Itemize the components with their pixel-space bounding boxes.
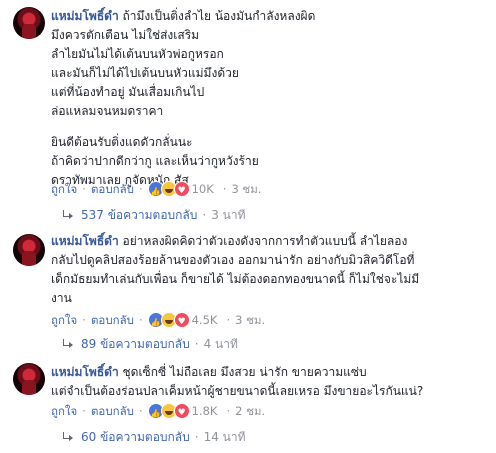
comment-line-6: ล่อแหลมจนหมดราคา [51, 104, 164, 118]
reply-arrow-icon [62, 210, 74, 220]
reactions[interactable]: 1.8K [147, 402, 218, 423]
timestamp[interactable]: 2 ชม. [235, 402, 265, 420]
comment-line-1: แหม่มโพธิ์ดำ ชุดเซ็กซี่ ไม่ถือเลย มึงสวย… [51, 365, 367, 379]
comment-line-1: แหม่มโพธิ์ดำ อย่าหลงผิดคิดว่าตัวเองดังจา… [51, 234, 408, 248]
author-name[interactable]: แหม่มโพธิ์ดำ [51, 234, 119, 248]
reactions[interactable]: 10K [147, 180, 214, 201]
like-link[interactable]: ถูกใจ [51, 311, 77, 329]
view-replies[interactable]: 537 ข้อความตอบกลับ · 3 นาที [62, 206, 246, 224]
reply-count[interactable]: 60 ข้อความตอบกลับ [81, 428, 190, 446]
reply-time: 4 นาที [203, 337, 238, 351]
reply-arrow-icon [62, 432, 74, 442]
avatar[interactable] [13, 234, 45, 266]
reply-count[interactable]: 89 ข้อความตอบกลับ [81, 335, 190, 353]
comment-line-1: แหม่มโพธิ์ดำ ถ้ามึงเป็นติ่งลำไย น้องมันก… [51, 9, 316, 23]
comment-line-4: งาน [51, 291, 72, 305]
view-replies[interactable]: 60 ข้อความตอบกลับ · 14 นาที [62, 428, 246, 446]
comment-actions: ถูกใจ · ตอบกลับ · 10K · 3 ชม. [51, 180, 261, 201]
like-link[interactable]: ถูกใจ [51, 180, 77, 198]
comment-line-4: และมันก็ไม่ได้ไปเต้นบนหัวแม่มึงด้วย [51, 66, 239, 80]
love-icon [173, 181, 190, 200]
reaction-count: 4.5K [191, 313, 218, 327]
love-icon [173, 312, 190, 331]
reply-count[interactable]: 537 ข้อความตอบกลับ [81, 206, 197, 224]
love-icon [173, 403, 190, 422]
comment-line-3: เด็กมัธยมทำเล่นกับเพื่อน ก็ขายได้ ไม่ต้อ… [51, 272, 420, 286]
reaction-count: 10K [191, 182, 214, 196]
comment-line-2: กลับไปดูคลิปสองร้อยล้านของตัวเอง ออกมาน่… [51, 253, 415, 267]
comment-body: แหม่มโพธิ์ดำ ชุดเซ็กซี่ ไม่ถือเลย มึงสวย… [51, 363, 488, 401]
avatar[interactable] [13, 363, 45, 395]
like-link[interactable]: ถูกใจ [51, 402, 77, 420]
comment-line-3: ลำไยมันไม่ได้เต้นบนหัวพ่อกูหรอก [51, 47, 224, 61]
author-name[interactable]: แหม่มโพธิ์ดำ [51, 9, 119, 23]
avatar[interactable] [13, 7, 45, 39]
comment-line-5: แต่ที่น้องทำอยู่ มันเสื่อมเกินไป [51, 85, 205, 99]
reply-arrow-icon [62, 339, 74, 349]
comment-body: แหม่มโพธิ์ดำ อย่าหลงผิดคิดว่าตัวเองดังจา… [51, 232, 488, 308]
reply-link[interactable]: ตอบกลับ [91, 180, 134, 198]
comment-actions: ถูกใจ · ตอบกลับ · 1.8K · 2 ชม. [51, 402, 265, 423]
comment-line-8: ถ้าคิดว่าปากดีกว่ากู และเห็นว่ากูหวังร้า… [51, 154, 259, 168]
reply-time: 3 นาที [211, 208, 246, 222]
timestamp[interactable]: 3 ชม. [231, 180, 261, 198]
comment-actions: ถูกใจ · ตอบกลับ · 4.5K · 3 ชม. [51, 311, 265, 332]
reaction-count: 1.8K [191, 404, 218, 418]
timestamp[interactable]: 3 ชม. [235, 311, 265, 329]
reply-link[interactable]: ตอบกลับ [91, 311, 134, 329]
comment-body: แหม่มโพธิ์ดำ ถ้ามึงเป็นติ่งลำไย น้องมันก… [51, 7, 488, 190]
reactions[interactable]: 4.5K [147, 311, 218, 332]
comment-line-2: มึงควรตักเตือน ไม่ใช่ส่งเสริม [51, 28, 200, 42]
reply-time: 14 นาที [203, 430, 246, 444]
author-name[interactable]: แหม่มโพธิ์ดำ [51, 365, 119, 379]
view-replies[interactable]: 89 ข้อความตอบกลับ · 4 นาที [62, 335, 238, 353]
comment-line-7: ยินดีต้อนรับติ่งแดดัวกลั่นนะ [51, 135, 193, 149]
comment-line-2: แต่จำเป็นต้องร่อนปลาเค็มหน้าผู้ชายขนาดนี… [51, 384, 424, 398]
reply-link[interactable]: ตอบกลับ [91, 402, 134, 420]
